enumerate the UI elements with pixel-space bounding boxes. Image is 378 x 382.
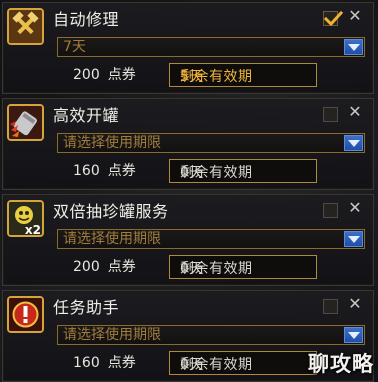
remaining-validity-box: 剩余有效期 0天 [169,351,317,375]
chevron-down-icon[interactable] [344,231,363,247]
duration-select[interactable]: 7天 [57,37,365,57]
enable-checkbox[interactable] [323,10,343,27]
duration-select[interactable]: 请选择使用期限 [57,133,365,153]
remaining-value: 0天 [180,165,204,181]
can-opener-icon [7,104,44,141]
chevron-down-icon[interactable] [344,327,363,343]
service-title: 双倍抽珍罐服务 [53,202,169,221]
chevron-down-icon[interactable] [344,39,363,55]
remaining-validity-box: 剩余有效期 0天 [169,255,317,279]
remaining-validity-box: 剩余有效期 5天 [169,63,317,87]
price: 160 点券 [73,353,136,373]
service-title: 自动修理 [53,10,120,29]
service-title: 高效开罐 [53,106,120,125]
price-unit: 点券 [107,355,136,371]
enable-checkbox[interactable] [323,203,338,218]
x2-badge: x2 [24,223,41,237]
double-draw-icon: x2 [7,200,44,237]
price-unit: 点券 [107,163,136,179]
price: 200 点券 [73,65,136,85]
watermark: 聊攻略 [308,352,374,376]
price-unit: 点券 [107,67,136,83]
service-panel-fast-open: 高效开罐 ✕ 请选择使用期限 160 点券 剩余有效期 0天 [2,98,374,190]
price-value: 160 [73,355,100,371]
remaining-value: 0天 [180,261,204,277]
price-unit: 点券 [107,259,136,275]
remaining-value: 0天 [180,357,204,373]
duration-select-value: 请选择使用期限 [63,231,161,247]
duration-select-value: 7天 [63,39,86,55]
close-icon[interactable]: ✕ [347,104,363,120]
close-icon[interactable]: ✕ [347,8,363,24]
price: 200 点券 [73,257,136,277]
duration-select[interactable]: 请选择使用期限 [57,229,365,249]
service-title: 任务助手 [53,298,120,317]
enable-checkbox[interactable] [323,299,338,314]
service-panel-double-draw: x2 双倍抽珍罐服务 ✕ 请选择使用期限 200 点券 剩余有效期 0天 [2,194,374,286]
duration-select-value: 请选择使用期限 [63,327,161,343]
task-assistant-icon [7,296,44,333]
hammer-icon [7,8,44,45]
remaining-validity-box: 剩余有效期 0天 [169,159,317,183]
remaining-value: 5天 [180,69,204,85]
price: 160 点券 [73,161,136,181]
service-panel-auto-repair: 自动修理 ✕ 7天 200 点券 剩余有效期 5天 [2,2,374,94]
check-icon [323,10,343,27]
price-value: 200 [73,67,100,83]
close-icon[interactable]: ✕ [347,200,363,216]
enable-checkbox[interactable] [323,107,338,122]
price-value: 160 [73,163,100,179]
chevron-down-icon[interactable] [344,135,363,151]
close-icon[interactable]: ✕ [347,296,363,312]
duration-select[interactable]: 请选择使用期限 [57,325,365,345]
duration-select-value: 请选择使用期限 [63,135,161,151]
price-value: 200 [73,259,100,275]
